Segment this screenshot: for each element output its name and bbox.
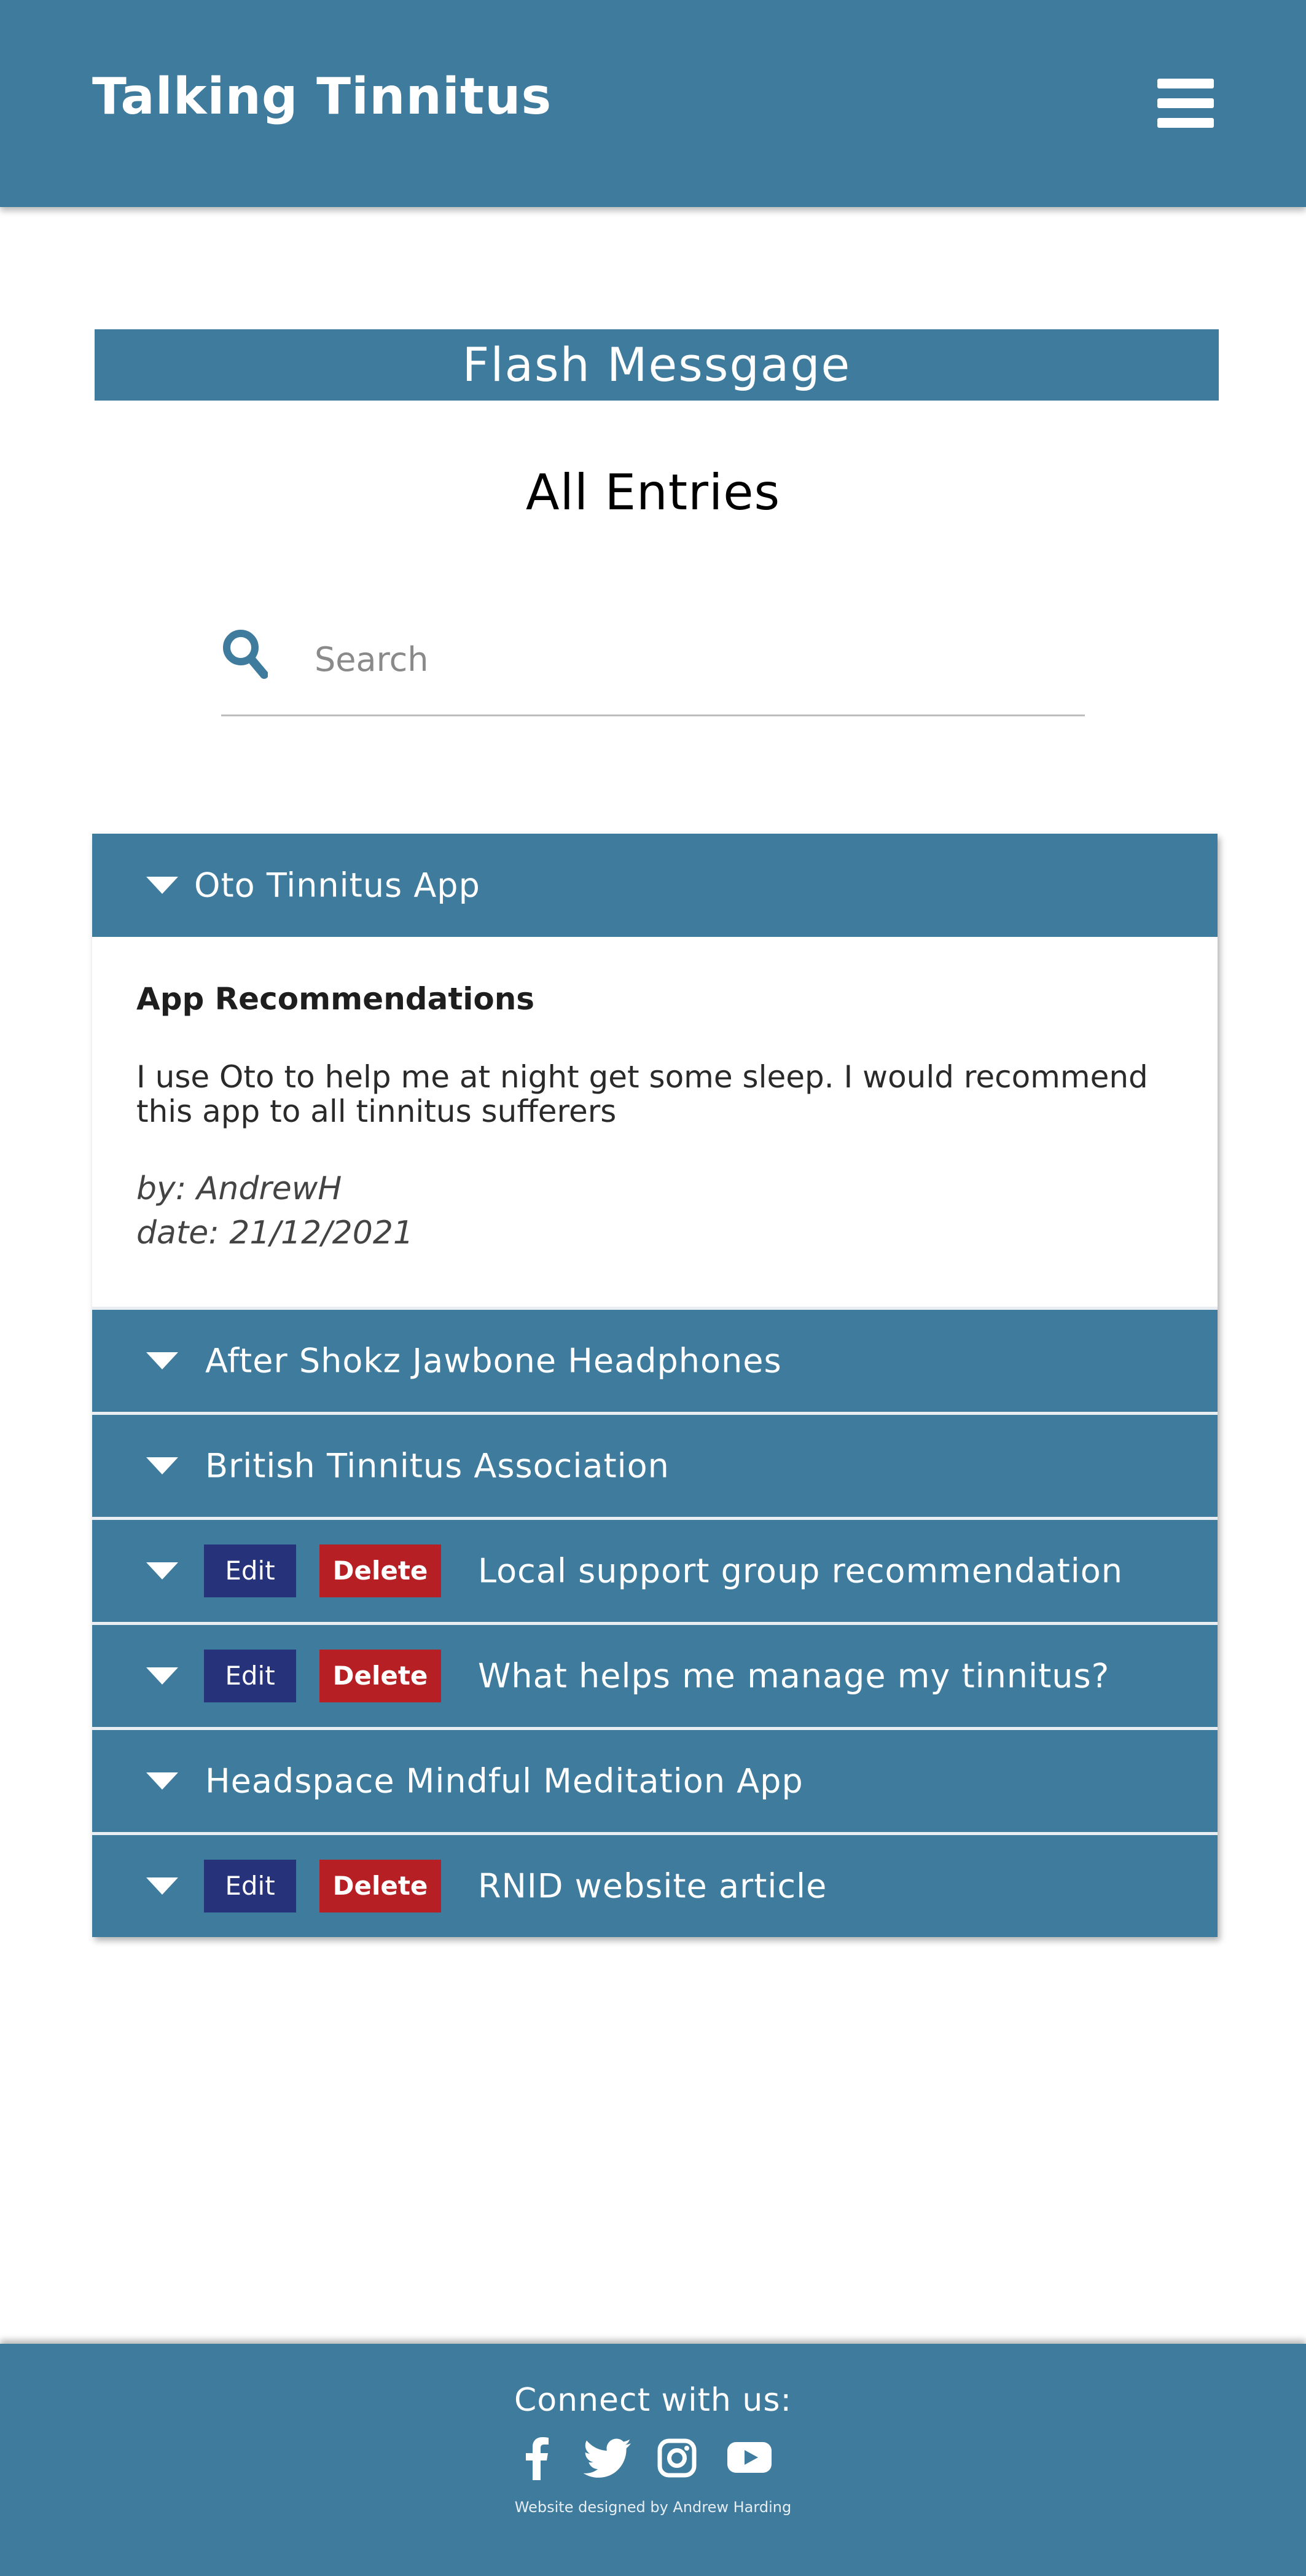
search-input[interactable] xyxy=(315,625,1076,693)
caret-down-icon[interactable] xyxy=(146,1562,178,1580)
footer: Connect with us: Website designed by And… xyxy=(0,2344,1306,2576)
entry-title: Headspace Mindful Meditation App xyxy=(205,1761,804,1801)
navbar: Talking Tinnitus xyxy=(0,0,1306,207)
caret-down-icon[interactable] xyxy=(146,1877,178,1895)
caret-down-icon[interactable] xyxy=(146,877,178,894)
entry-title: British Tinnitus Association xyxy=(205,1446,670,1486)
hamburger-menu-icon[interactable] xyxy=(1157,79,1214,128)
entries-accordion: Oto Tinnitus App App Recommendations I u… xyxy=(92,834,1218,1937)
search-bar xyxy=(221,619,1085,716)
search-icon xyxy=(223,630,268,679)
caret-down-icon[interactable] xyxy=(146,1667,178,1685)
entry-title: After Shokz Jawbone Headphones xyxy=(205,1341,782,1380)
footer-heading: Connect with us: xyxy=(514,2382,792,2419)
edit-button[interactable]: Edit xyxy=(204,1650,296,1702)
instagram-icon[interactable] xyxy=(657,2436,697,2480)
brand-logo[interactable]: Talking Tinnitus xyxy=(92,68,552,126)
page-title: All Entries xyxy=(525,464,781,521)
delete-button[interactable]: Delete xyxy=(319,1544,441,1597)
caret-down-icon[interactable] xyxy=(146,1772,178,1790)
entry-header[interactable]: Oto Tinnitus App xyxy=(92,834,1218,937)
caret-down-icon[interactable] xyxy=(146,1457,178,1474)
entry-title: Local support group recommendation xyxy=(478,1551,1124,1591)
entry-author: by: AndrewH xyxy=(136,1170,342,1207)
caret-down-icon[interactable] xyxy=(146,1352,178,1369)
footer-credit: Website designed by Andrew Harding xyxy=(514,2499,792,2516)
youtube-icon[interactable] xyxy=(727,2441,772,2474)
entry-header[interactable]: Edit Delete Local support group recommen… xyxy=(92,1517,1218,1622)
entry-header[interactable]: Edit Delete What helps me manage my tinn… xyxy=(92,1622,1218,1727)
delete-button[interactable]: Delete xyxy=(319,1860,441,1912)
facebook-icon[interactable] xyxy=(523,2436,550,2480)
entry-header[interactable]: British Tinnitus Association xyxy=(92,1412,1218,1517)
entry-header[interactable]: Edit Delete RNID website article xyxy=(92,1832,1218,1937)
entry-text: I use Oto to help me at night get some s… xyxy=(136,1059,1148,1129)
entry-header[interactable]: Headspace Mindful Meditation App xyxy=(92,1727,1218,1832)
twitter-icon[interactable] xyxy=(584,2436,631,2480)
entry-title: Oto Tinnitus App xyxy=(194,866,480,905)
entry-date: date: 21/12/2021 xyxy=(136,1215,414,1251)
edit-button[interactable]: Edit xyxy=(204,1860,296,1912)
delete-button[interactable]: Delete xyxy=(319,1650,441,1702)
entry-title: RNID website article xyxy=(478,1866,827,1906)
entry-body: App Recommendations I use Oto to help me… xyxy=(92,937,1218,1307)
entry-category: App Recommendations xyxy=(136,981,535,1017)
entry-title: What helps me manage my tinnitus? xyxy=(478,1656,1110,1696)
edit-button[interactable]: Edit xyxy=(204,1544,296,1597)
flash-message: Flash Messgage xyxy=(95,329,1219,401)
entry-header[interactable]: After Shokz Jawbone Headphones xyxy=(92,1307,1218,1412)
